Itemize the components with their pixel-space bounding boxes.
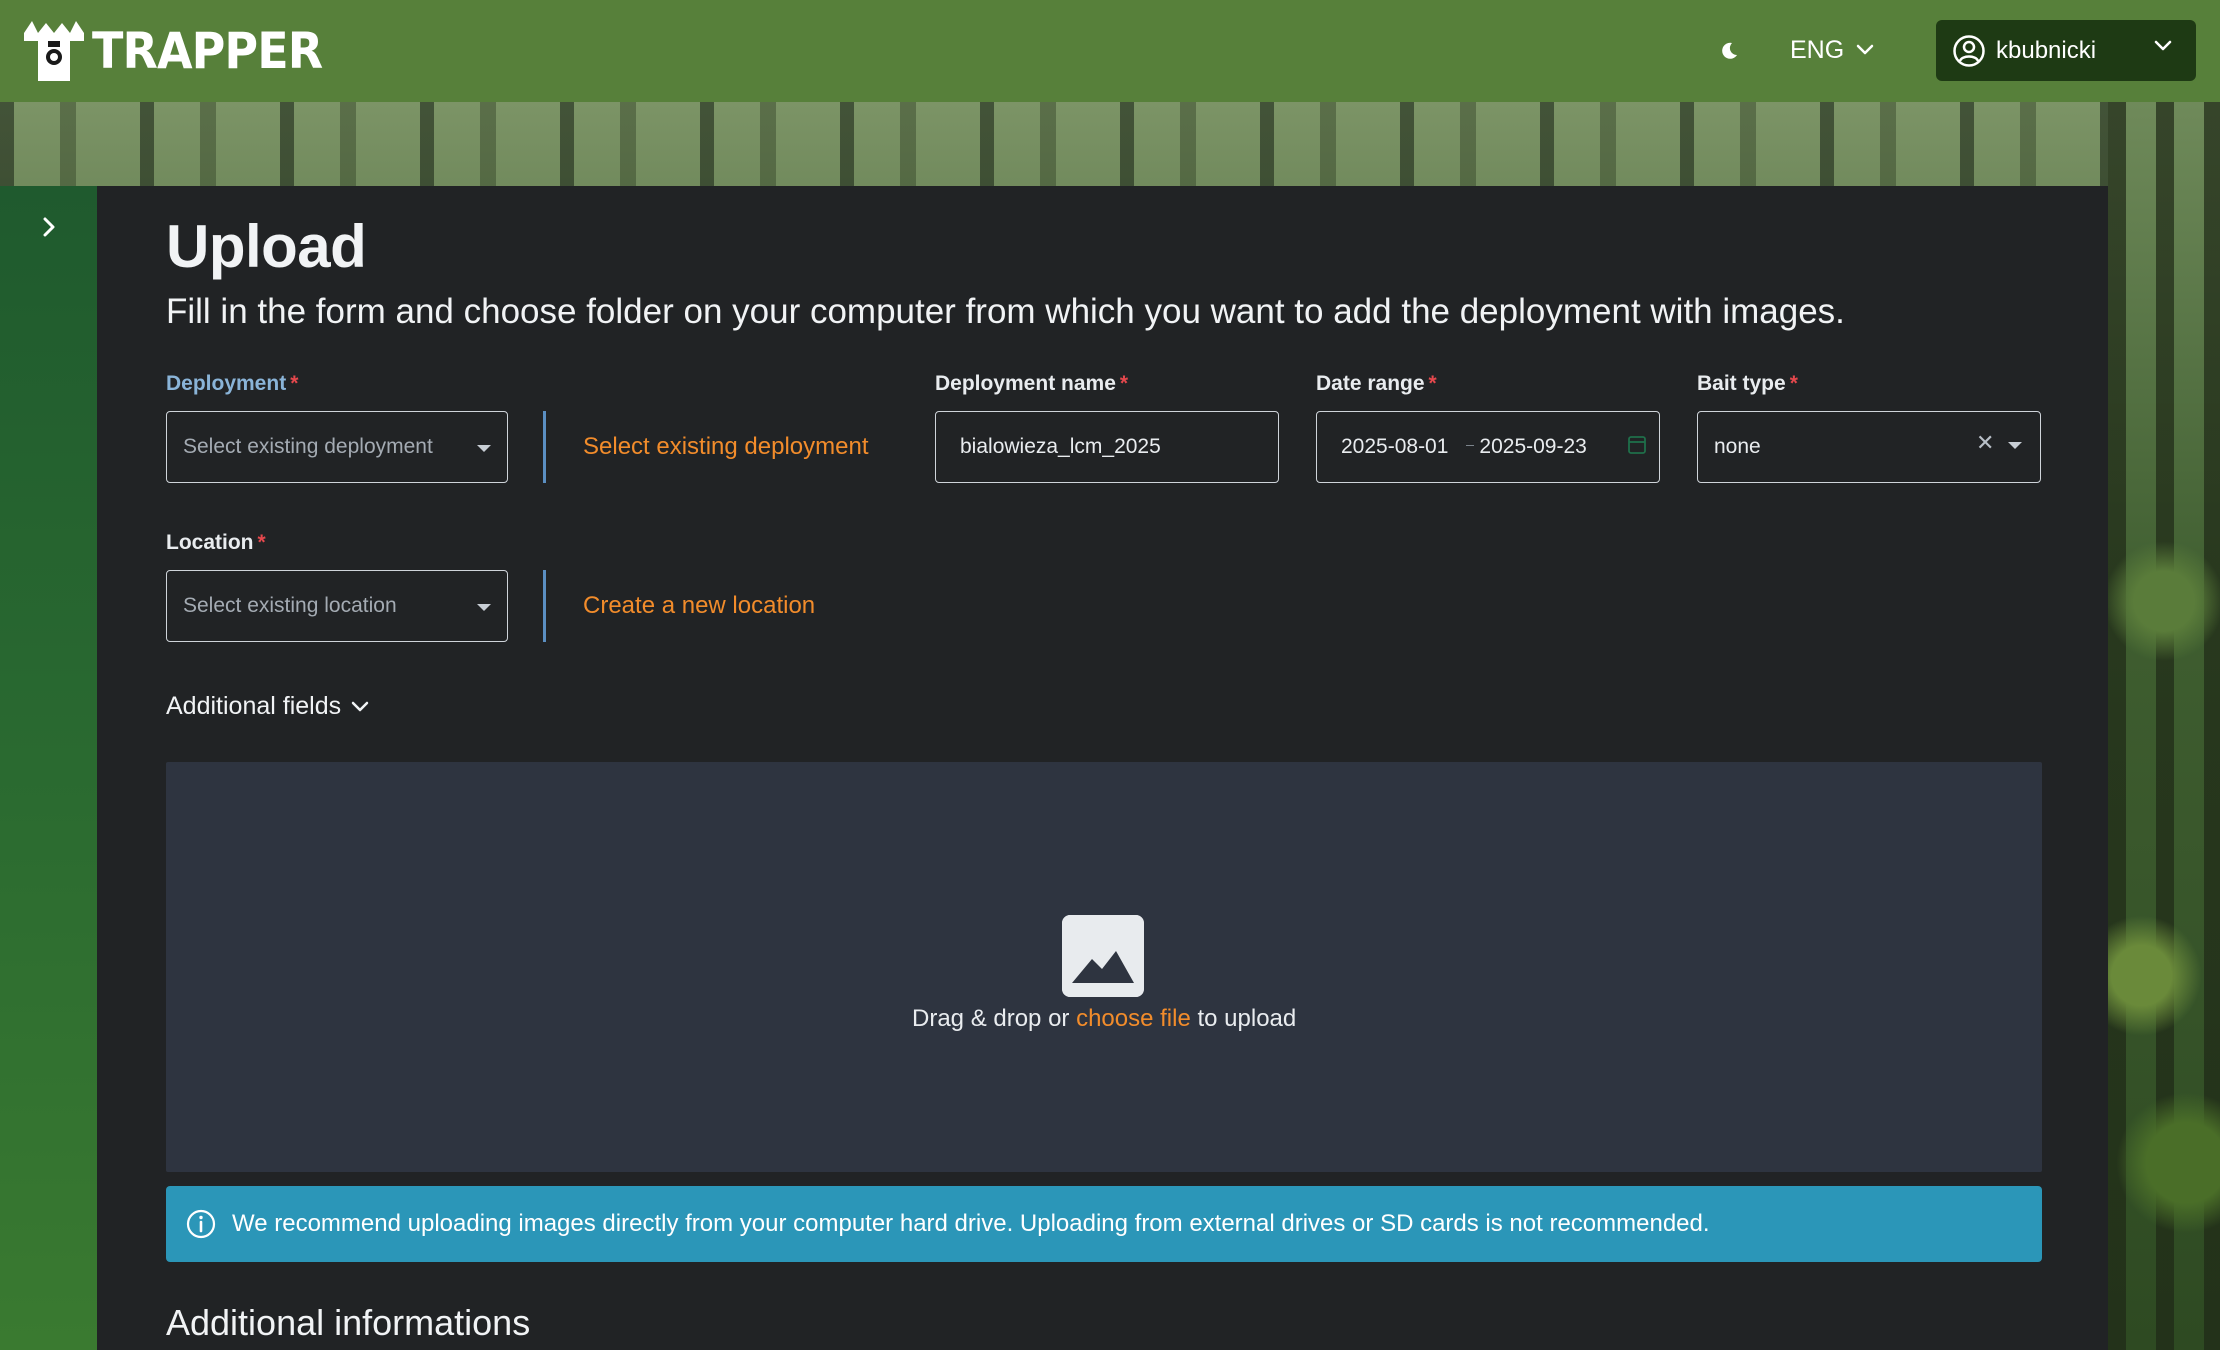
deployment-select-placeholder: Select existing deployment bbox=[183, 435, 433, 458]
image-icon bbox=[1062, 915, 1144, 997]
caret-down-icon[interactable] bbox=[2008, 442, 2022, 449]
language-label: ENG bbox=[1790, 35, 1845, 64]
chevron-down-icon bbox=[351, 701, 369, 711]
create-new-location-link[interactable]: Create a new location bbox=[583, 592, 815, 620]
deployment-label: Deployment * bbox=[166, 372, 299, 395]
location-select[interactable]: Select existing location bbox=[166, 570, 508, 642]
choose-file-link[interactable]: choose file bbox=[1076, 1005, 1191, 1032]
chevron-right-icon bbox=[43, 217, 55, 237]
divider bbox=[543, 570, 546, 642]
additional-fields-label: Additional fields bbox=[166, 692, 342, 720]
brand-name: TRAPPER bbox=[92, 22, 323, 80]
page-subtitle: Fill in the form and choose folder on yo… bbox=[166, 292, 1845, 331]
sidebar bbox=[0, 186, 97, 1350]
date-range-separator bbox=[1466, 445, 1474, 446]
deployment-name-label: Deployment name * bbox=[935, 372, 1129, 395]
select-existing-deployment-link[interactable]: Select existing deployment bbox=[583, 433, 869, 461]
date-range-start[interactable]: 2025-08-01 bbox=[1341, 435, 1448, 459]
divider bbox=[543, 411, 546, 483]
additional-fields-toggle[interactable]: Additional fields bbox=[166, 692, 369, 721]
date-range-input[interactable]: 2025-08-01 2025-09-23 bbox=[1316, 411, 1660, 483]
user-menu-button[interactable]: kbubnicki bbox=[1936, 20, 2196, 81]
top-navbar: TRAPPER ENG kbubnicki bbox=[0, 0, 2220, 102]
caret-down-icon bbox=[477, 445, 491, 452]
user-circle-icon bbox=[1953, 34, 1985, 67]
info-icon bbox=[186, 1209, 216, 1239]
chevron-down-icon bbox=[2154, 40, 2172, 51]
username: kbubnicki bbox=[1996, 36, 2097, 64]
sidebar-toggle-button[interactable] bbox=[36, 214, 62, 240]
bait-type-value: none bbox=[1714, 435, 1761, 458]
deployment-name-value: bialowieza_lcm_2025 bbox=[960, 435, 1161, 458]
chevron-down-icon bbox=[1856, 44, 1874, 55]
location-select-placeholder: Select existing location bbox=[183, 594, 397, 617]
calendar-icon[interactable] bbox=[1628, 434, 1646, 454]
alert-message: We recommend uploading images directly f… bbox=[232, 1210, 1710, 1237]
background-image-edge bbox=[2108, 102, 2220, 1350]
date-range-end[interactable]: 2025-09-23 bbox=[1479, 435, 1586, 459]
page-title: Upload bbox=[166, 213, 367, 280]
trapper-logo[interactable]: TRAPPER bbox=[22, 18, 342, 84]
dropzone-text: Drag & drop or choose file to upload bbox=[912, 1005, 1297, 1032]
language-selector[interactable]: ENG bbox=[1790, 30, 1874, 70]
clear-icon[interactable]: ✕ bbox=[1976, 432, 1994, 454]
date-range-label: Date range * bbox=[1316, 372, 1437, 395]
deployment-name-input[interactable]: bialowieza_lcm_2025 bbox=[935, 411, 1279, 483]
moon-icon bbox=[1722, 42, 1737, 59]
deployment-select[interactable]: Select existing deployment bbox=[166, 411, 508, 483]
bait-type-label: Bait type * bbox=[1697, 372, 1798, 395]
location-label: Location * bbox=[166, 531, 266, 554]
theme-toggle-button[interactable] bbox=[1712, 34, 1746, 68]
trapper-logo-icon bbox=[22, 19, 86, 83]
caret-down-icon bbox=[477, 604, 491, 611]
section-title: Additional informations bbox=[166, 1302, 531, 1343]
info-alert: We recommend uploading images directly f… bbox=[166, 1186, 2042, 1262]
